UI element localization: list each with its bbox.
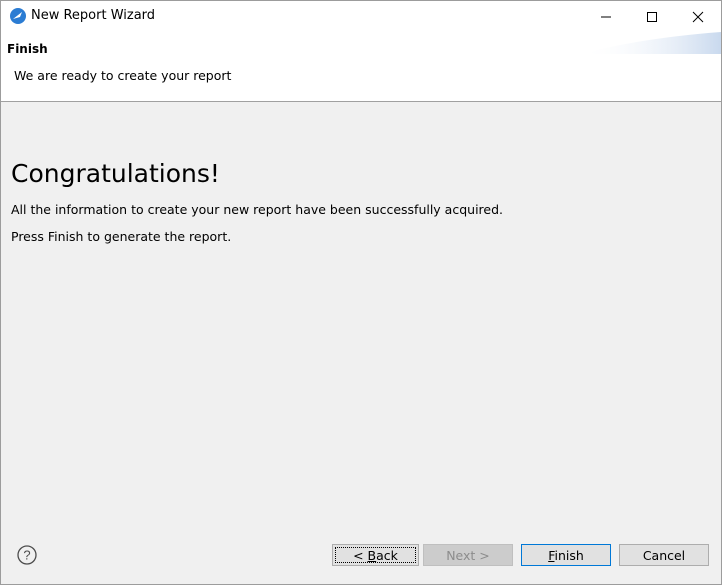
instruction-text: Press Finish to generate the report. (11, 229, 232, 244)
wizard-content: Congratulations! All the information to … (1, 102, 721, 532)
finish-button[interactable]: Finish (521, 544, 611, 566)
cancel-button[interactable]: Cancel (619, 544, 709, 566)
window-title: New Report Wizard (31, 8, 156, 23)
next-button-label: Next > (446, 547, 490, 563)
maximize-button[interactable] (629, 1, 675, 32)
svg-text:?: ? (23, 548, 30, 563)
wizard-window: New Report Wizard Finish We are ready to… (0, 0, 722, 585)
close-button[interactable] (675, 1, 721, 32)
congratulations-heading: Congratulations! (11, 159, 220, 188)
minimize-icon (601, 16, 611, 17)
finish-button-label: Finish (548, 548, 584, 563)
cancel-button-label: Cancel (642, 547, 686, 563)
maximize-icon (647, 11, 657, 22)
wizard-banner: Finish We are ready to create your repor… (1, 32, 721, 102)
page-description: We are ready to create your report (14, 68, 232, 83)
help-icon[interactable]: ? (17, 545, 37, 565)
back-button[interactable]: < Back (332, 544, 419, 566)
app-icon (10, 8, 26, 24)
page-title: Finish (7, 42, 48, 56)
banner-graphic (581, 32, 721, 54)
title-bar: New Report Wizard (1, 1, 721, 32)
next-button[interactable]: Next > (423, 544, 513, 566)
info-text: All the information to create your new r… (11, 202, 504, 217)
finish-rest: inish (554, 547, 584, 563)
close-icon (692, 11, 704, 22)
minimize-button[interactable] (583, 1, 629, 32)
focus-ring (335, 547, 416, 563)
